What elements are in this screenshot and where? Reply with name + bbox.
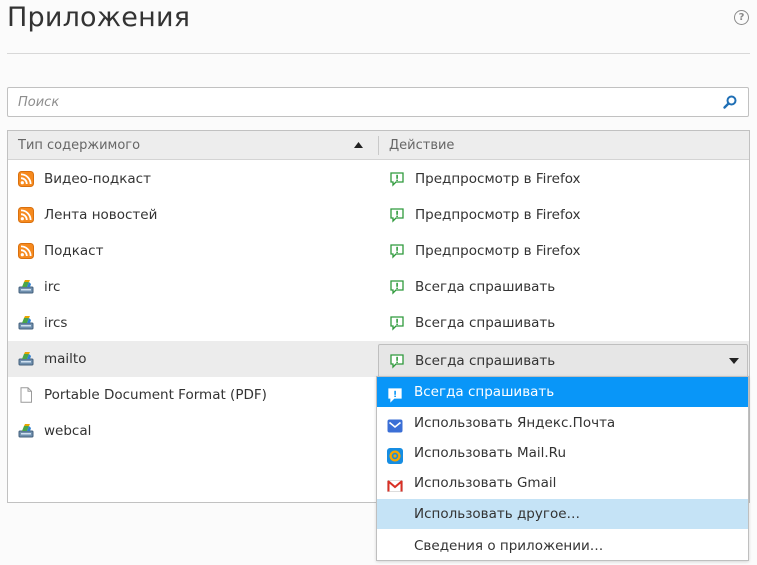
protocol-icon bbox=[18, 351, 34, 367]
row-type-label: webcal bbox=[44, 423, 92, 439]
row-type-label: Portable Document Format (PDF) bbox=[44, 387, 267, 403]
action-select[interactable]: Всегда спрашивать bbox=[378, 344, 748, 378]
ask-icon bbox=[389, 279, 405, 295]
row-action-label: Предпросмотр в Firefox bbox=[415, 243, 581, 259]
rss-feed-icon bbox=[18, 207, 34, 223]
dropdown-option-label: Использовать Gmail bbox=[414, 475, 557, 491]
search-icon[interactable] bbox=[722, 94, 738, 110]
table-row[interactable]: mailto Всегда спрашивать bbox=[8, 341, 749, 378]
row-type-label: mailto bbox=[44, 351, 87, 367]
dropdown-option-label: Всегда спрашивать bbox=[414, 384, 555, 400]
table-row[interactable]: Видео-подкаст Предпросмотр в Firefox bbox=[8, 161, 749, 197]
preview-icon bbox=[389, 171, 405, 187]
search-input[interactable] bbox=[8, 88, 708, 116]
row-type-label: irc bbox=[44, 279, 61, 295]
dropdown-option[interactable]: Использовать Gmail bbox=[377, 468, 748, 498]
mailru-icon bbox=[387, 445, 403, 464]
dropdown-option-label: Сведения о приложении… bbox=[414, 538, 604, 554]
rss-feed-icon bbox=[18, 243, 34, 259]
ask-icon bbox=[389, 315, 405, 331]
table-header: Тип содержимого Действие bbox=[8, 131, 749, 160]
action-select-value: Всегда спрашивать bbox=[415, 353, 556, 369]
preview-icon bbox=[389, 243, 405, 259]
document-icon bbox=[18, 387, 34, 403]
dropdown-option[interactable]: Всегда спрашивать bbox=[377, 377, 748, 407]
protocol-icon bbox=[18, 315, 34, 331]
dropdown-option[interactable]: Сведения о приложении… bbox=[377, 531, 748, 561]
table-row[interactable]: irc Всегда спрашивать bbox=[8, 269, 749, 305]
row-type-label: Подкаст bbox=[44, 243, 104, 259]
column-header-action[interactable]: Действие bbox=[389, 131, 689, 160]
rss-feed-icon bbox=[18, 171, 34, 187]
preview-icon bbox=[389, 207, 405, 223]
protocol-icon bbox=[18, 279, 34, 295]
row-action-label: Предпросмотр в Firefox bbox=[415, 171, 581, 187]
row-type-label: Лента новостей bbox=[44, 207, 158, 223]
row-type-label: ircs bbox=[44, 315, 68, 331]
dropdown-option[interactable]: Использовать другое… bbox=[377, 499, 748, 529]
gmail-icon bbox=[387, 475, 403, 492]
protocol-icon bbox=[18, 423, 34, 439]
dropdown-option[interactable]: Использовать Яндекс.Почта bbox=[377, 408, 748, 438]
help-icon[interactable]: ? bbox=[734, 10, 749, 25]
dropdown-option-label: Использовать Яндекс.Почта bbox=[414, 415, 616, 431]
row-action-label: Предпросмотр в Firefox bbox=[415, 207, 581, 223]
page-title: Приложения bbox=[7, 2, 191, 33]
dropdown-option-label: Использовать Mail.Ru bbox=[414, 445, 567, 461]
ask-icon bbox=[389, 353, 405, 369]
chevron-down-icon[interactable] bbox=[729, 358, 739, 364]
title-divider bbox=[7, 53, 750, 54]
dropdown-option-label: Использовать другое… bbox=[414, 506, 581, 522]
dropdown-option[interactable]: Использовать Mail.Ru bbox=[377, 438, 748, 468]
search-box[interactable] bbox=[7, 87, 749, 117]
table-row[interactable]: Лента новостей Предпросмотр в Firefox bbox=[8, 197, 749, 233]
column-separator bbox=[378, 136, 379, 155]
row-action-label: Всегда спрашивать bbox=[415, 279, 556, 295]
table-row[interactable]: Подкаст Предпросмотр в Firefox bbox=[8, 233, 749, 269]
action-dropdown-menu: Всегда спрашивать Использовать Яндекс.Поч… bbox=[376, 376, 749, 561]
row-action-label: Всегда спрашивать bbox=[415, 315, 556, 331]
row-type-label: Видео-подкаст bbox=[44, 171, 151, 187]
table-row[interactable]: ircs Всегда спрашивать bbox=[8, 305, 749, 341]
column-header-type[interactable]: Тип содержимого bbox=[18, 131, 370, 160]
ask-icon bbox=[387, 384, 403, 403]
sort-ascending-icon[interactable] bbox=[354, 142, 363, 148]
yandex-mail-icon bbox=[387, 415, 403, 433]
